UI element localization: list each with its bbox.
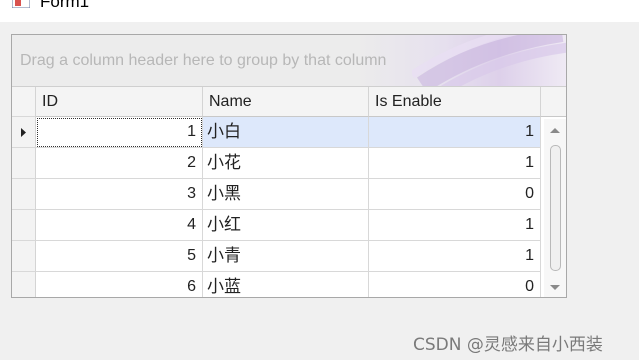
row-indicator[interactable] [12, 241, 36, 272]
watermark: CSDN @灵感来自小西装 [413, 335, 603, 355]
scroll-up-icon[interactable] [550, 128, 560, 133]
row-indicator[interactable] [12, 210, 36, 241]
table-cell-enable[interactable]: 0 [369, 179, 541, 210]
table-cell-enable[interactable]: 1 [369, 210, 541, 241]
row-indicator[interactable] [12, 179, 36, 210]
column-header-is-enable[interactable]: Is Enable [369, 87, 541, 117]
group-panel[interactable]: Drag a column header here to group by th… [12, 35, 566, 87]
table-cell-name[interactable]: 小花 [203, 148, 369, 179]
table-cell-id[interactable]: 3 [36, 179, 203, 210]
column-header-name[interactable]: Name [203, 87, 369, 117]
table-cell-enable[interactable]: 0 [369, 272, 541, 297]
row-indicator[interactable] [12, 272, 36, 297]
column-header-id[interactable]: ID [36, 87, 203, 117]
table-cell-id[interactable]: 4 [36, 210, 203, 241]
data-grid[interactable]: Drag a column header here to group by th… [11, 34, 567, 298]
table-cell-name[interactable]: 小红 [203, 210, 369, 241]
row-indicator[interactable] [12, 148, 36, 179]
table-cell-name[interactable]: 小青 [203, 241, 369, 272]
header-corner [12, 87, 36, 117]
table-cell-id[interactable]: 5 [36, 241, 203, 272]
table-cell-name[interactable]: 小白 [203, 117, 369, 148]
header-filler [541, 87, 566, 117]
table-cell-name[interactable]: 小黑 [203, 179, 369, 210]
title-bar: Form1 [0, 0, 639, 22]
window-title: Form1 [40, 0, 90, 11]
table-cell-enable[interactable]: 1 [369, 241, 541, 272]
current-row-arrow-icon [21, 128, 26, 137]
table-cell-enable[interactable]: 1 [369, 148, 541, 179]
table-cell-enable[interactable]: 1 [369, 117, 541, 148]
vertical-scrollbar[interactable] [544, 119, 566, 297]
decorative-swirl [412, 35, 566, 86]
group-panel-hint: Drag a column header here to group by th… [20, 52, 387, 69]
table-cell-name[interactable]: 小蓝 [203, 272, 369, 297]
row-indicator[interactable] [12, 117, 36, 148]
table-cell-id[interactable]: 6 [36, 272, 203, 297]
scrollbar-thumb[interactable] [550, 145, 561, 271]
table-cell-id[interactable]: 1 [36, 117, 203, 148]
table-cell-id[interactable]: 2 [36, 148, 203, 179]
scroll-down-icon[interactable] [550, 285, 560, 290]
form-icon [12, 0, 30, 8]
